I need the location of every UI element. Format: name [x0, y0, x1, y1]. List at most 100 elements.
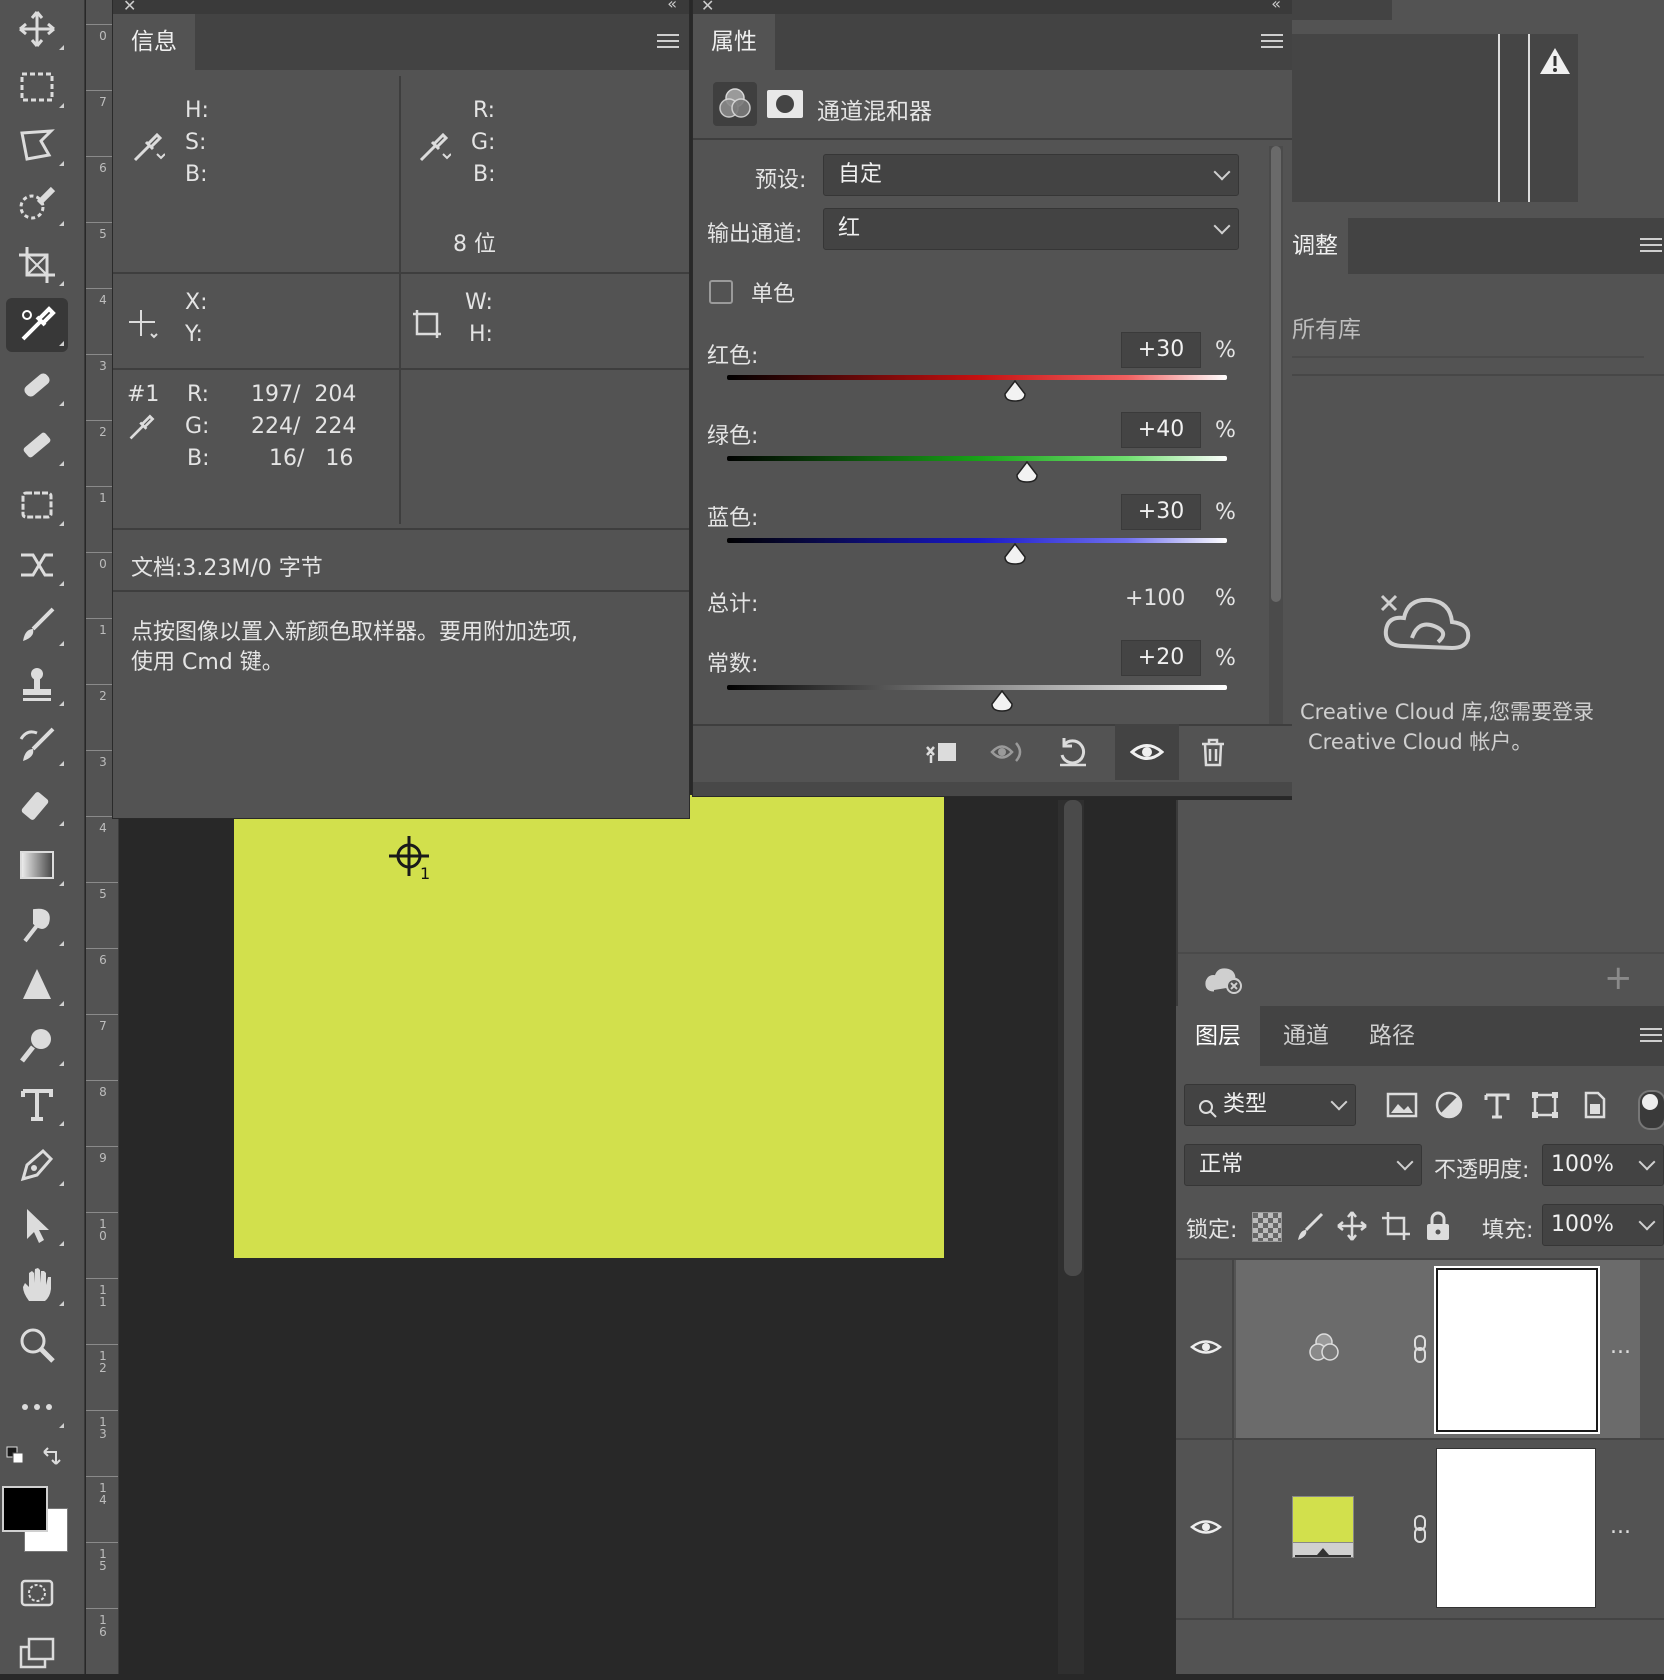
blue-slider-track[interactable]	[727, 538, 1227, 543]
patch-tool-icon[interactable]	[6, 478, 68, 532]
monochrome-checkbox[interactable]	[709, 280, 733, 304]
constant-value-input[interactable]: +20	[1121, 640, 1201, 676]
eraser-tool-icon[interactable]	[6, 778, 68, 832]
marquee-tool-icon[interactable]	[6, 60, 68, 114]
sharpen-tool-icon[interactable]	[6, 958, 68, 1012]
tab-paths[interactable]: 路径	[1352, 1006, 1432, 1066]
red-value-input[interactable]: +30	[1121, 332, 1201, 368]
crop-tool-icon[interactable]	[6, 238, 68, 292]
tab-properties[interactable]: 属性	[693, 14, 775, 70]
canvas-scrollbar-thumb[interactable]	[1064, 800, 1082, 1276]
swap-colors-icon[interactable]	[40, 1446, 62, 1468]
add-library-icon[interactable]: +	[1604, 958, 1633, 998]
clip-to-layer-icon[interactable]	[919, 730, 963, 774]
view-previous-state-icon[interactable]	[985, 730, 1029, 774]
blue-value-input[interactable]: +30	[1121, 494, 1201, 530]
zoom-tool-icon[interactable]	[6, 1318, 68, 1372]
smart-object-filter-icon[interactable]	[1580, 1090, 1610, 1120]
bit-depth: 8 位	[453, 232, 496, 257]
reset-icon[interactable]	[1051, 730, 1095, 774]
panel-menu-icon[interactable]	[1640, 238, 1662, 254]
screen-mode-icon[interactable]	[6, 1626, 68, 1680]
collapse-icon[interactable]: «	[1271, 0, 1281, 13]
lock-transparent-icon[interactable]	[1252, 1212, 1282, 1242]
link-icon[interactable]	[1410, 1514, 1430, 1544]
output-channel-dropdown[interactable]: 红	[823, 208, 1239, 250]
close-icon[interactable]: ✕	[701, 0, 714, 15]
type-tool-icon[interactable]	[6, 1078, 68, 1132]
tab-adjustments[interactable]: 调整	[1292, 218, 1348, 274]
quick-selection-tool-icon[interactable]	[6, 178, 68, 232]
preset-dropdown[interactable]: 自定	[823, 154, 1239, 196]
eye-visibility-icon[interactable]	[1189, 1334, 1223, 1360]
constant-slider-track[interactable]	[727, 685, 1227, 690]
panel-menu-icon[interactable]	[1261, 34, 1283, 50]
document-canvas[interactable]	[234, 795, 944, 1258]
lasso-tool-icon[interactable]	[6, 118, 68, 172]
type-filter-icon[interactable]	[1482, 1090, 1512, 1120]
layer-mask-thumbnail[interactable]	[1434, 1266, 1600, 1434]
green-value-input[interactable]: +40	[1121, 412, 1201, 448]
smudge-tool-icon[interactable]	[6, 898, 68, 952]
properties-scrollbar-thumb[interactable]	[1271, 146, 1281, 602]
info-y-label: Y:	[185, 322, 203, 347]
layer-more-icon[interactable]: ...	[1610, 1334, 1631, 1359]
dodge-tool-icon[interactable]	[6, 1018, 68, 1072]
spot-healing-tool-icon[interactable]	[6, 358, 68, 412]
move-tool-icon[interactable]	[6, 2, 68, 56]
layer-row-color-fill[interactable]: ...	[1176, 1440, 1664, 1618]
delete-icon[interactable]	[1191, 730, 1235, 774]
adjustment-filter-icon[interactable]	[1434, 1090, 1464, 1120]
image-filter-icon[interactable]	[1386, 1090, 1418, 1120]
shape-filter-icon[interactable]	[1530, 1090, 1560, 1120]
more-tools-icon[interactable]	[6, 1380, 68, 1434]
lock-all-icon[interactable]	[1424, 1210, 1452, 1242]
path-selection-icon[interactable]	[6, 1198, 68, 1252]
tab-layers[interactable]: 图层	[1176, 1006, 1260, 1066]
warning-icon[interactable]	[1538, 46, 1572, 76]
eyedropper-tool-icon[interactable]	[6, 298, 68, 352]
tab-info[interactable]: 信息	[113, 14, 195, 70]
layer-mask-icon[interactable]	[765, 86, 805, 122]
green-slider-track[interactable]	[727, 456, 1227, 461]
color-sampler-marker[interactable]: 1	[384, 834, 434, 884]
fill-field[interactable]: 100%	[1542, 1204, 1664, 1246]
foreground-color-swatch[interactable]	[2, 1486, 48, 1532]
content-aware-move-icon[interactable]	[6, 538, 68, 592]
toggle-visibility-icon[interactable]	[1125, 730, 1169, 774]
divider	[1292, 374, 1664, 376]
layer-mask-thumbnail[interactable]	[1436, 1448, 1596, 1608]
quick-mask-icon[interactable]	[6, 1566, 68, 1620]
link-icon[interactable]	[1410, 1334, 1430, 1364]
pen-tool-icon[interactable]	[6, 1138, 68, 1192]
collapse-icon[interactable]: «	[667, 0, 677, 13]
gradient-tool-icon[interactable]	[6, 838, 68, 892]
blend-mode-dropdown[interactable]: 正常	[1184, 1144, 1422, 1186]
panel-menu-icon[interactable]	[1640, 1028, 1662, 1044]
adjustment-title: 通道混和器	[817, 99, 932, 125]
red-slider-track[interactable]	[727, 375, 1227, 380]
panel-menu-icon[interactable]	[657, 34, 679, 50]
opacity-field[interactable]: 100%	[1542, 1144, 1664, 1186]
eye-visibility-icon[interactable]	[1189, 1514, 1223, 1540]
history-brush-icon[interactable]	[6, 718, 68, 772]
eraser-brush-icon[interactable]	[6, 418, 68, 472]
default-colors-icon[interactable]	[6, 1446, 26, 1466]
filter-toggle[interactable]	[1638, 1090, 1664, 1130]
library-dropdown[interactable]: 所有库	[1292, 310, 1361, 344]
layer-more-icon[interactable]: ...	[1610, 1514, 1631, 1539]
lock-artboard-icon[interactable]	[1380, 1210, 1412, 1242]
info-h-label: H:	[185, 98, 209, 123]
preset-value: 自定	[838, 162, 883, 187]
layer-row-channel-mixer[interactable]: ...	[1176, 1260, 1664, 1438]
lock-pixels-icon[interactable]	[1294, 1210, 1326, 1242]
close-icon[interactable]: ✕	[123, 0, 136, 15]
clone-stamp-icon[interactable]	[6, 658, 68, 712]
cloud-offline-icon[interactable]	[1204, 966, 1244, 994]
brush-tool-icon[interactable]	[6, 598, 68, 652]
resize-grip[interactable]	[693, 782, 1293, 796]
tab-channels[interactable]: 通道	[1266, 1006, 1346, 1066]
lock-position-icon[interactable]	[1336, 1210, 1368, 1242]
hand-tool-icon[interactable]	[6, 1258, 68, 1312]
layer-filter-dropdown[interactable]: 类型	[1184, 1084, 1356, 1126]
